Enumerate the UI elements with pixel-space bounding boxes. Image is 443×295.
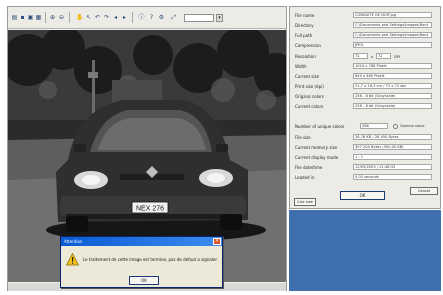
save-icon[interactable]: ▪ — [19, 14, 26, 21]
cancel-button[interactable]: Cancel — [410, 187, 438, 195]
prop-label-full-path: Full path — [295, 33, 313, 38]
prop-value-directory[interactable]: C:\Documents and Settings\Images\Rout — [353, 22, 432, 28]
prop-label-directory: Directory — [295, 23, 314, 28]
prop-value-full-path[interactable]: C:\Documents and Settings\Images\Rout — [353, 32, 432, 38]
prop-label-file-date: File date/time — [295, 165, 323, 170]
zoom-out-icon[interactable]: ⊖ — [58, 14, 65, 21]
prop-value-display-mode[interactable]: 1 : 1 — [353, 154, 432, 160]
settings-icon[interactable]: ⚙ — [158, 14, 165, 21]
prop-label-file-name: File name — [295, 13, 315, 18]
prop-label-resolution: Resolution — [295, 54, 316, 59]
toolbar-separator — [132, 12, 133, 23]
prop-label-unique-colors: Number of unique colors — [295, 124, 345, 129]
prop-value-compression[interactable]: JPEG — [353, 42, 432, 48]
prop-value-current-colors[interactable]: 256 - 8 bit (Grayscale) — [353, 103, 432, 109]
prop-label-display-mode: Current display mode — [295, 155, 339, 160]
info-icon[interactable]: ⓘ — [138, 14, 145, 21]
warning-icon — [66, 253, 79, 266]
resolution-unit: DPI — [394, 54, 401, 59]
prop-value-file-date[interactable]: 12/05/2003 / 21:48:32 — [353, 164, 432, 170]
resolution-separator: x — [371, 54, 374, 59]
hand-icon[interactable]: ✋ — [76, 14, 83, 21]
rotate-left-icon[interactable]: ↶ — [94, 14, 101, 21]
desktop-background — [289, 210, 441, 291]
pointer-icon[interactable]: ↖ — [85, 14, 92, 21]
gamma-radio[interactable] — [393, 124, 398, 129]
prop-value-width[interactable]: 1024 x 768 Pixels — [353, 63, 432, 69]
license-plate: NEX 276 — [136, 206, 164, 213]
prop-value-memory-size[interactable]: 307 200 Bytes (300,00 KB) — [353, 144, 432, 150]
dialog-message: Le traitement de cette image est termine… — [83, 257, 218, 262]
toolbar-separator — [69, 12, 70, 23]
prop-value-file-name[interactable]: CONDUITE DE NUIT.jpg — [353, 12, 432, 18]
prop-label-memory-size: Current memory size — [295, 145, 338, 150]
prop-label-width: Width — [295, 64, 307, 69]
print-icon[interactable]: ▣ — [27, 14, 34, 21]
prop-label-current-size: Current size — [295, 74, 320, 79]
prop-label-print-size: Print size (dpi) — [295, 84, 324, 89]
prop-value-loaded-in[interactable]: 0,05 seconds — [353, 174, 432, 180]
prop-label-current-colors: Current colors — [295, 104, 324, 109]
prop-label-loaded-in: Loaded in — [295, 175, 315, 180]
prop-label-file-size: File size — [295, 135, 311, 140]
info-icon[interactable]: ▦ — [35, 14, 42, 21]
viewer-toolbar: ▤ ▪ ▣ ▦ ⊕ ⊖ ✋ ↖ ↶ ↷ ◂ ▸ ⓘ ? ⚙ ⤢ ▾ — [8, 7, 286, 29]
zoom-in-icon[interactable]: ⊕ — [49, 14, 56, 21]
dialog-title: Attention — [64, 239, 83, 244]
zoom-input[interactable] — [184, 14, 214, 22]
open-icon[interactable]: ▤ — [11, 14, 18, 21]
resolution-y-input[interactable]: 72 — [376, 53, 391, 59]
resolution-x-input[interactable]: 72 — [353, 53, 368, 59]
ok-button[interactable]: OK — [340, 191, 385, 200]
prop-value-current-size[interactable]: 640 x 480 Pixels — [353, 73, 432, 79]
toolbar-separator — [45, 12, 46, 23]
next-icon[interactable]: ▸ — [121, 14, 128, 21]
rotate-right-icon[interactable]: ↷ — [103, 14, 110, 21]
calc-size-button[interactable]: Calc size — [294, 198, 316, 206]
prop-value-original-colors[interactable]: 256 - 8 bit (Grayscale) — [353, 93, 432, 99]
ok-button[interactable]: OK — [129, 276, 159, 285]
prop-value-print-size[interactable]: 21,7 x 16,3 cm / 72 x 72 dpi — [353, 83, 432, 89]
gamma-label: Gamma value — [400, 124, 425, 128]
close-icon[interactable]: × — [213, 238, 221, 245]
prop-value-file-size[interactable]: 28,76 KB / 28 450 Bytes — [353, 134, 432, 140]
unique-colors-value[interactable]: 256 — [360, 123, 388, 129]
dropdown-icon[interactable]: ▾ — [216, 14, 223, 22]
dialog-title-bar[interactable]: Attention × — [61, 237, 222, 246]
image-properties-panel: File name CONDUITE DE NUIT.jpg Directory… — [289, 6, 441, 209]
prop-label-compression: Compression — [295, 43, 321, 48]
fit-icon[interactable]: ⤢ — [170, 14, 177, 21]
prev-icon[interactable]: ◂ — [112, 14, 119, 21]
help-icon[interactable]: ? — [148, 14, 155, 21]
attention-dialog: Attention × Le traitement de cette image… — [60, 236, 223, 288]
prop-label-original-colors: Original colors — [295, 94, 324, 99]
